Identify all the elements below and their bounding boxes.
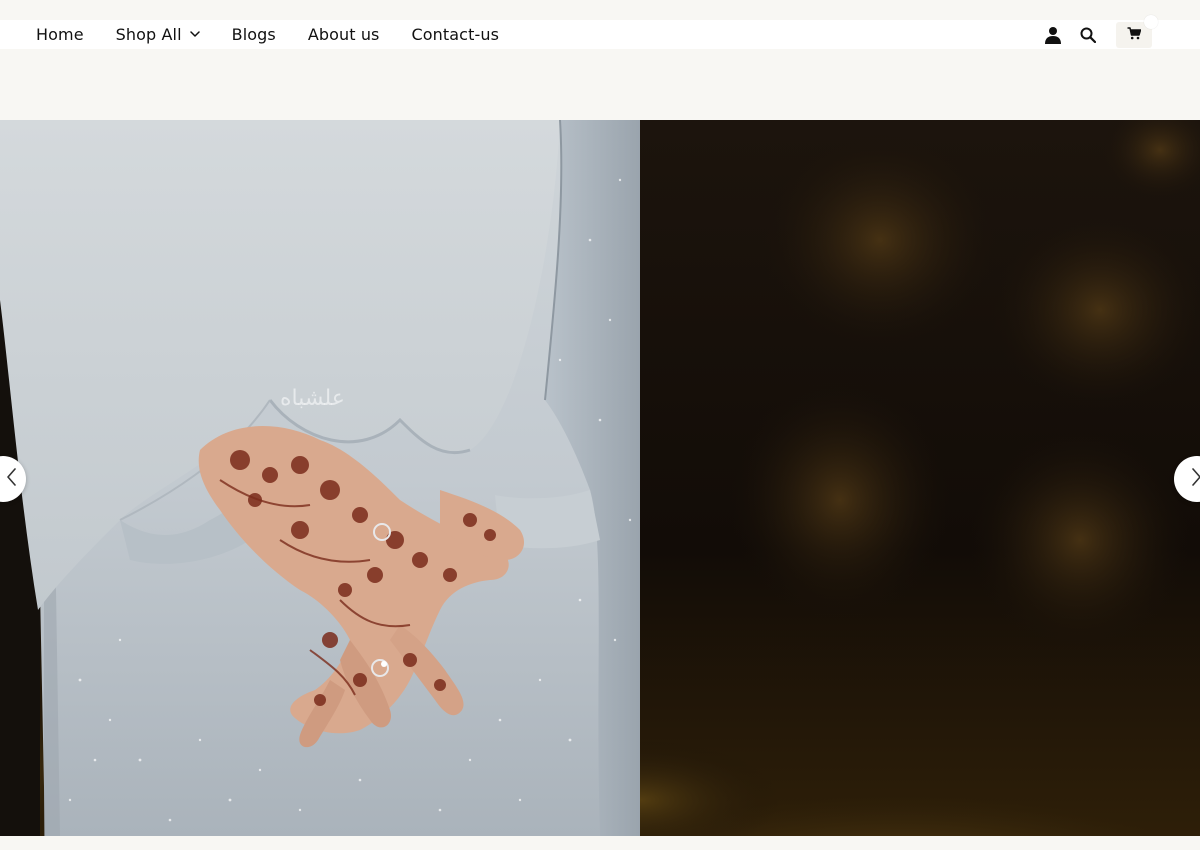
header-navbar: Home Shop All Blogs About us Contact-us	[0, 14, 1200, 49]
search-icon[interactable]	[1080, 27, 1096, 43]
nav-item-home[interactable]: Home	[36, 25, 84, 44]
bottom-strip	[0, 836, 1200, 850]
main-nav: Home Shop All Blogs About us Contact-us	[36, 20, 531, 49]
nav-item-about-us[interactable]: About us	[308, 25, 380, 44]
nav-item-blogs[interactable]: Blogs	[232, 25, 276, 44]
cart-icon	[1127, 25, 1142, 44]
chevron-right-icon	[1191, 468, 1200, 490]
nav-item-shop-all[interactable]: Shop All	[116, 25, 200, 44]
chevron-left-icon	[7, 468, 17, 490]
nav-item-contact-us[interactable]: Contact-us	[412, 25, 500, 44]
nav-item-label: Shop All	[115, 25, 182, 44]
cart-count-badge	[1144, 14, 1158, 29]
hero-image	[0, 120, 1200, 836]
nav-item-label: Blogs	[231, 25, 276, 44]
account-icon[interactable]	[1044, 26, 1062, 44]
hero-watermark: علشباه	[280, 386, 345, 411]
header-icons	[1044, 14, 1158, 49]
top-strip	[0, 0, 1200, 20]
page: Home Shop All Blogs About us Contact-us	[0, 0, 1200, 850]
hero-slideshow: علشباه	[0, 120, 1200, 836]
nav-item-label: Home	[36, 25, 84, 44]
chevron-down-icon	[189, 31, 200, 38]
nav-item-label: Contact-us	[411, 25, 499, 44]
nav-item-label: About us	[307, 25, 380, 44]
cart-button[interactable]	[1116, 14, 1158, 48]
